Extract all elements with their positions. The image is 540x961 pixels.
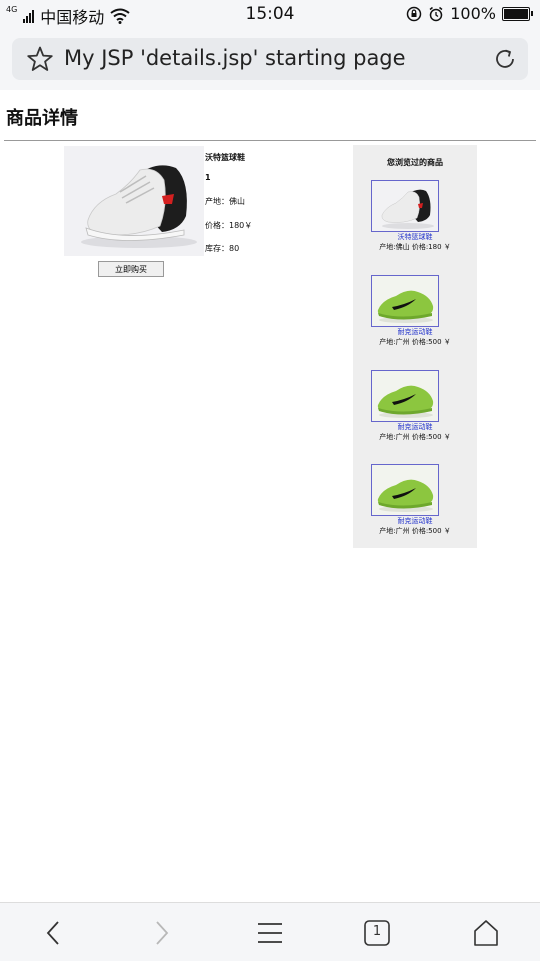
history-item-meta: 产地:广州 价格:500 ￥ xyxy=(379,433,451,441)
history-item-image[interactable] xyxy=(371,275,439,327)
history-item-meta: 产地:佛山 价格:180 ￥ xyxy=(379,243,451,251)
address-bar[interactable]: My JSP 'details.jsp' starting page xyxy=(12,38,528,80)
home-icon xyxy=(474,920,498,946)
back-button[interactable] xyxy=(36,915,72,951)
browser-bottom-nav: 1 xyxy=(0,902,540,961)
page-heading: 商品详情 xyxy=(6,108,78,129)
menu-icon xyxy=(258,923,282,943)
history-item-image[interactable] xyxy=(371,370,439,422)
web-page: 商品详情 立即购买 沃特篮球鞋 1 产地：佛山 价格：180￥ 库存：80 您浏… xyxy=(0,90,540,902)
home-button[interactable] xyxy=(468,915,504,951)
battery-level: 100% xyxy=(450,4,496,23)
history-item-image[interactable] xyxy=(371,180,439,232)
back-icon xyxy=(46,921,59,945)
history-item-meta: 产地:广州 价格:500 ￥ xyxy=(379,527,451,535)
alarm-icon xyxy=(429,6,443,21)
browsing-history-panel: 您浏览过的商品 沃特篮球鞋 产地:佛山 价格:180 ￥ 耐克运动鞋 产地:广州… xyxy=(353,145,477,548)
forward-icon xyxy=(156,921,169,945)
history-item-name[interactable]: 耐克运动鞋 xyxy=(353,327,477,337)
forward-button[interactable] xyxy=(143,915,179,951)
star-icon[interactable] xyxy=(26,45,54,73)
divider xyxy=(4,140,536,141)
history-item-meta: 产地:广州 价格:500 ￥ xyxy=(379,338,451,346)
product-name: 沃特篮球鞋 xyxy=(205,153,245,162)
history-item-image[interactable] xyxy=(371,464,439,516)
history-heading: 您浏览过的商品 xyxy=(387,158,443,167)
status-right: 100% xyxy=(406,4,533,23)
product-image xyxy=(64,146,204,256)
browser-toolbar: My JSP 'details.jsp' starting page xyxy=(0,30,540,90)
rotation-lock-icon xyxy=(407,6,422,21)
tab-count: 1 xyxy=(372,924,382,939)
buy-now-button[interactable]: 立即购买 xyxy=(98,261,164,277)
history-item-name[interactable]: 耐克运动鞋 xyxy=(353,422,477,432)
page-title[interactable]: My JSP 'details.jsp' starting page xyxy=(64,46,406,70)
status-bar: 4G 中国移动 15:04 100% xyxy=(0,0,540,30)
tabs-button[interactable]: 1 xyxy=(359,915,395,951)
menu-button[interactable] xyxy=(252,915,288,951)
product-origin: 产地：佛山 xyxy=(205,197,245,206)
reload-icon[interactable] xyxy=(492,46,518,72)
battery-icon xyxy=(502,6,533,21)
product-stock: 库存：80 xyxy=(205,244,240,253)
product-number: 1 xyxy=(205,173,211,182)
product-price: 价格：180￥ xyxy=(205,221,253,230)
history-item-name[interactable]: 耐克运动鞋 xyxy=(353,516,477,526)
history-item-name[interactable]: 沃特篮球鞋 xyxy=(353,232,477,242)
